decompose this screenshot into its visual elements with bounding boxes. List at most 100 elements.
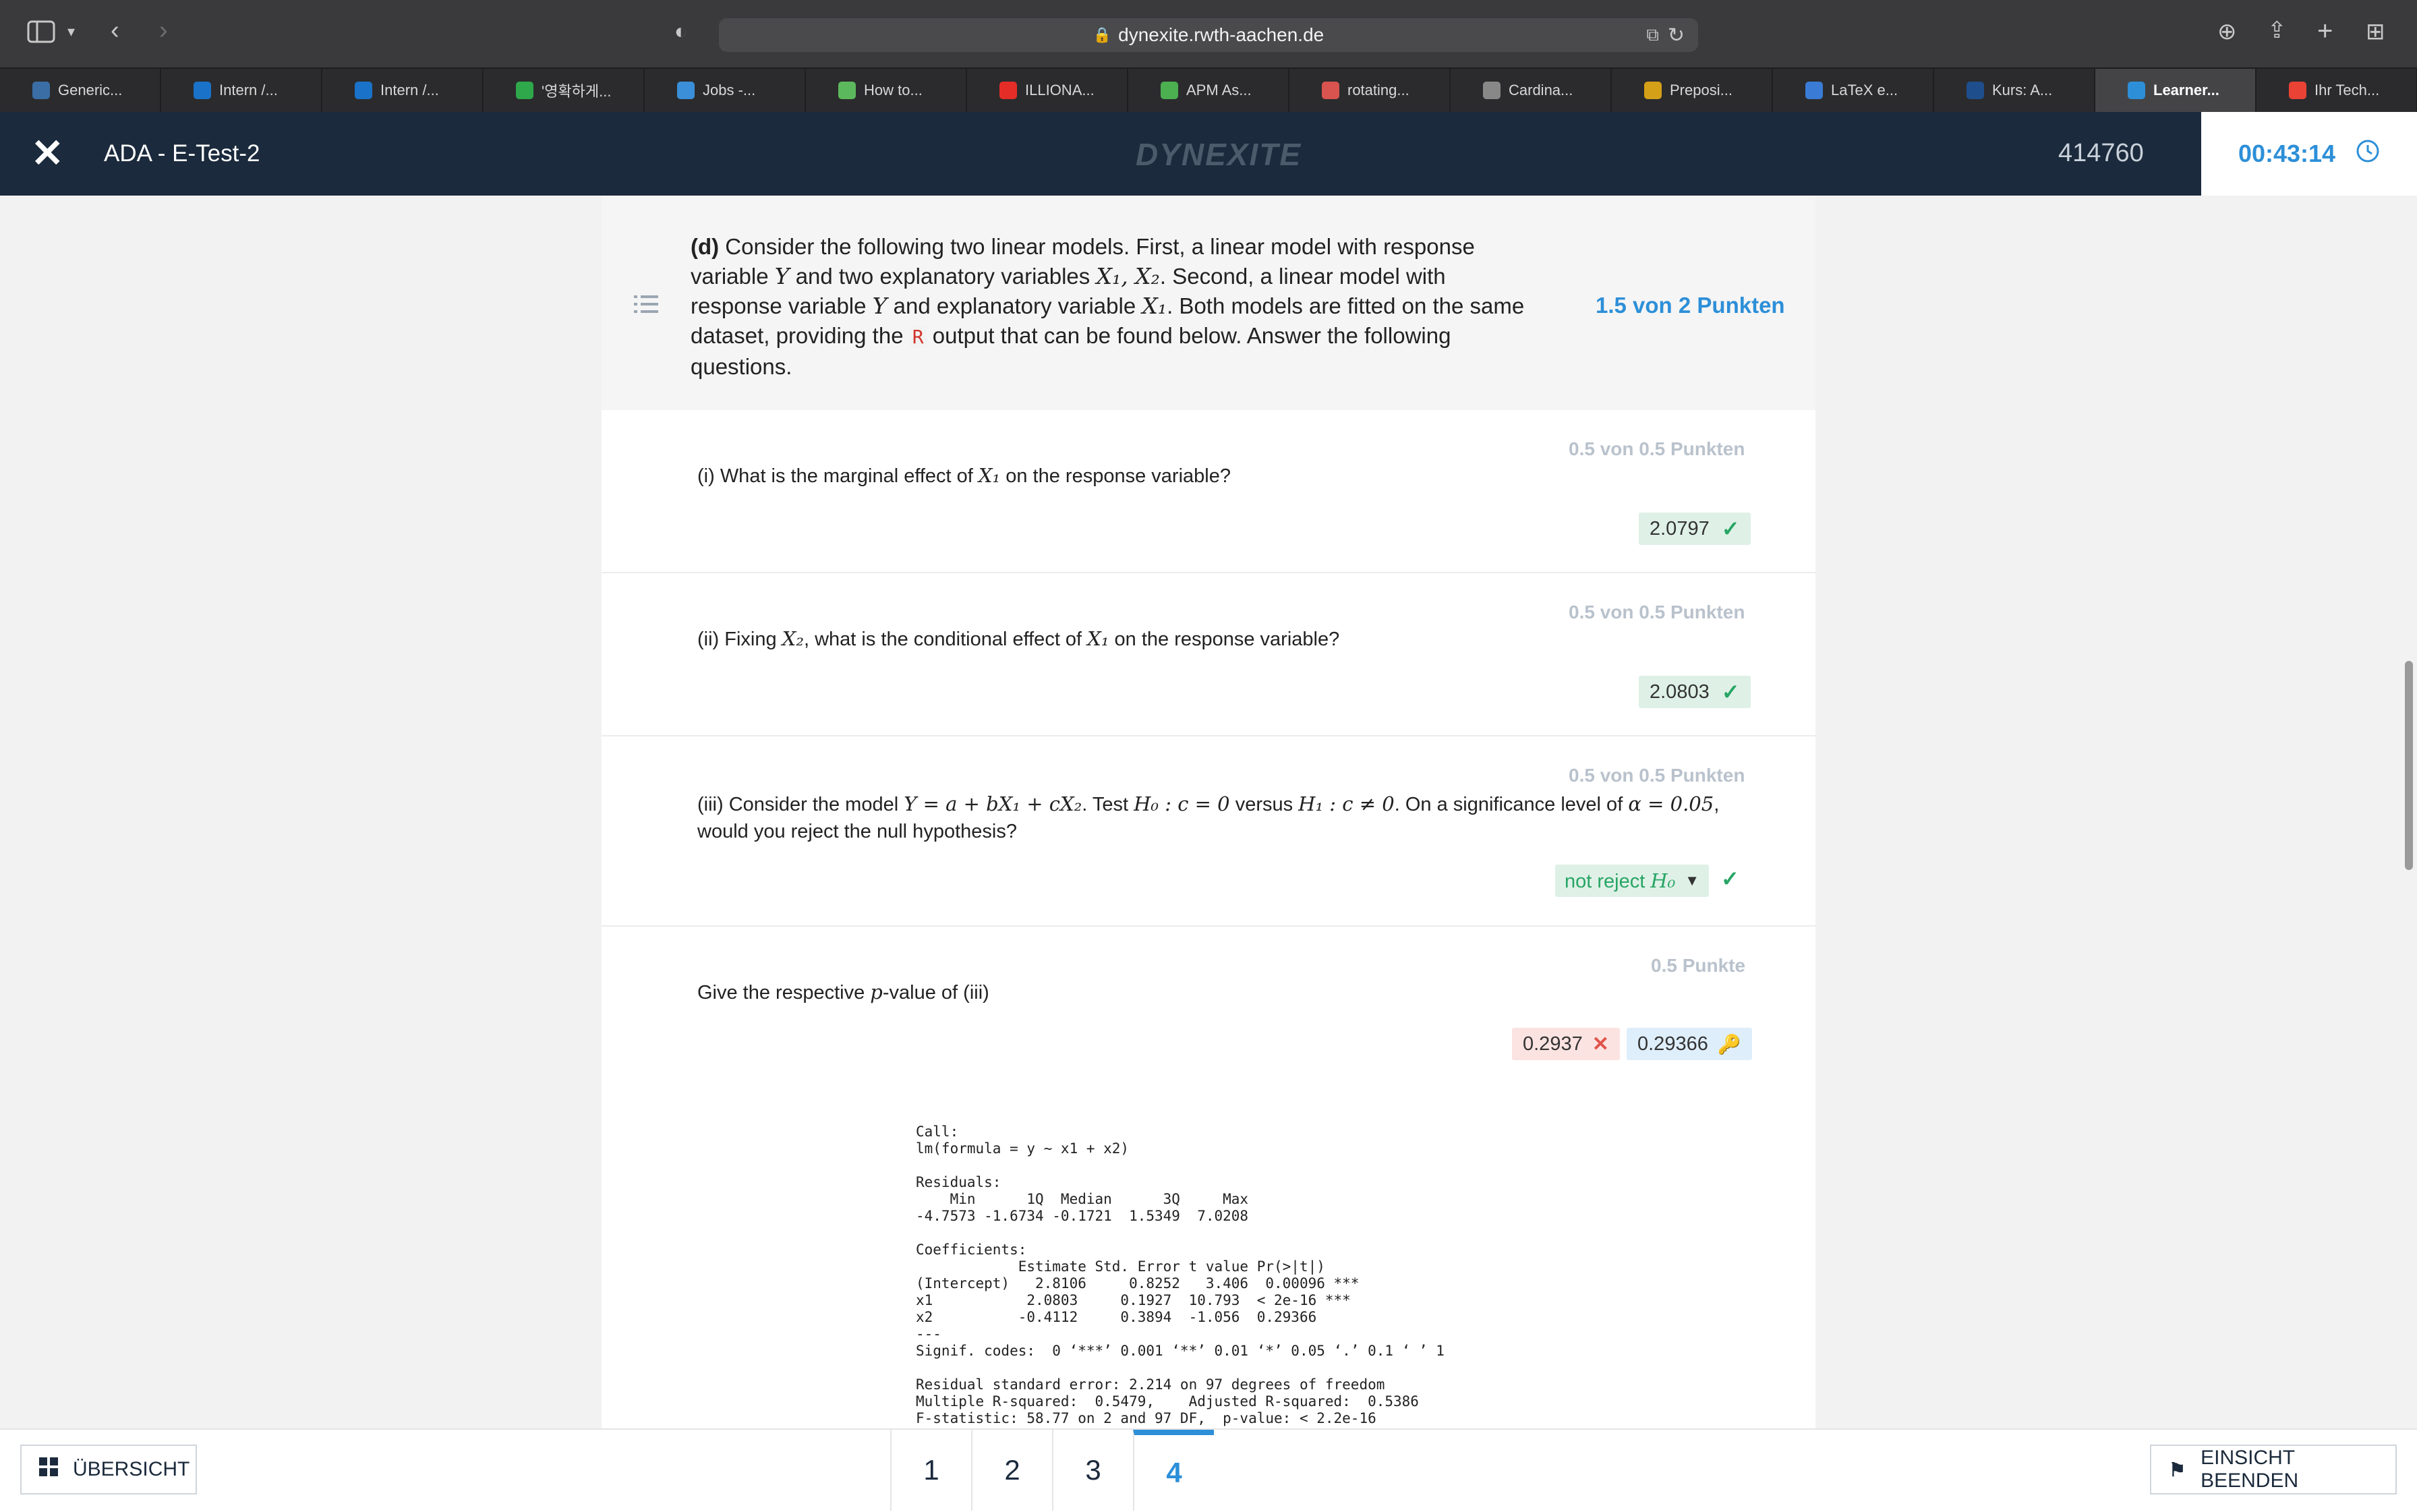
list-icon[interactable] [634,294,658,318]
question-line-a: Consider the following two linear models… [719,234,1475,259]
question-line-c2: and explanatory variable [887,293,1142,318]
caret-down-icon[interactable]: ▼ [1685,872,1699,890]
timer-value: 00:43:14 [2238,140,2336,167]
page-tab[interactable]: 3 [1052,1430,1133,1511]
browser-tab[interactable]: rotating... [1289,69,1451,112]
tab-label: Ihr Tech... [2314,82,2380,98]
page-tab[interactable]: 2 [971,1430,1052,1511]
page-tab[interactable]: 4 [1133,1430,1214,1511]
chevron-down-icon[interactable]: ▾ [67,24,75,39]
download-icon[interactable]: ⊕ [2217,20,2237,43]
browser-tab[interactable]: Intern /... [322,69,484,112]
address-bar[interactable]: 🔒 dynexite.rwth-aachen.de ⧉ ↻ [719,18,1698,52]
r-output-line [916,1157,1445,1174]
sap-icon [194,82,211,99]
overview-label: ÜBERSICHT [73,1458,190,1480]
subq-4-text-b: -value of (iii) [882,982,989,1004]
feather-icon [838,82,856,99]
browser-tab[interactable]: Cardina... [1451,69,1612,112]
key-icon: 🔑 [1717,1033,1741,1055]
browser-tab[interactable]: How to... [806,69,967,112]
tab-label: Learner... [2153,82,2219,98]
brand-logo: DYNEXITE [1136,137,1302,172]
shield-icon[interactable]: ◐ [674,20,687,42]
back-icon[interactable]: ‹ [111,18,119,43]
r-output-line: Min 1Q Median 3Q Max [916,1191,1249,1207]
browser-tab[interactable]: Kurs: A... [1934,69,2095,112]
reload-icon[interactable]: ↻ [1668,24,1685,47]
subq-3-text-c: versus [1229,794,1299,815]
browser-tab[interactable]: LaTeX e... [1773,69,1934,112]
gmail-icon [2289,82,2306,99]
translate-icon[interactable]: ⧉ [1646,24,1659,46]
r-output-line: (Intercept) 2.8106 0.8252 3.406 0.00096 … [916,1275,1360,1291]
scrollbar[interactable] [2405,661,2413,870]
subq-2-text-c: on the response variable? [1109,629,1340,650]
r-output: Call: lm(formula = y ~ x1 + x2) Residuals:… [916,1124,1445,1427]
browser-tab[interactable]: Intern /... [161,69,322,112]
question-line-e: questions. [691,354,792,379]
end-review-button[interactable]: ⚑ EINSICHT BEENDEN [2150,1445,2397,1494]
new-tab-icon[interactable]: + [2317,18,2333,45]
share-icon[interactable]: ⇪ [2267,19,2287,42]
check-icon: ✓ [1721,867,1739,891]
cross-icon: ✕ [1592,1033,1609,1055]
exam-title: ADA - E-Test-2 [104,140,260,167]
subq-3-text-a: (iii) Consider the model [697,794,904,815]
close-icon[interactable]: ✕ [31,134,64,174]
clock-icon [2356,139,2380,169]
question-line-d1: dataset, providing the [691,323,910,348]
subq-2-answer-value: 2.0803 [1650,680,1710,703]
question-card: (d) Consider the following two linear mo… [602,196,1815,1430]
browser-tab[interactable]: '영확하게... [484,69,645,112]
question-line-c3: . Both models are fitted on the same [1167,293,1525,318]
subq-3-answer-select[interactable]: not reject H₀ ▼ [1555,865,1710,897]
tab-label: Intern /... [219,82,278,98]
var-x1x2: X₁, X₂ [1096,263,1160,289]
browser-tab[interactable]: Jobs -... [645,69,806,112]
forward-icon[interactable]: › [159,18,168,43]
browser-tab[interactable]: Generic... [0,69,161,112]
check-icon: ✓ [1721,517,1740,541]
rwth-icon [1967,82,1984,99]
browser-tab[interactable]: Ihr Tech... [2256,69,2417,112]
page-tab[interactable]: 1 [890,1430,971,1511]
browser-tab[interactable]: ILLIONA... [967,69,1128,112]
page-tabs: 1234 [890,1430,1215,1511]
youtube-icon [999,82,1017,99]
correct-answer-value: 0.29366 [1637,1033,1708,1055]
question-line-d2: output that can be found below. Answer t… [926,323,1451,348]
overview-button[interactable]: ÜBERSICHT [20,1445,197,1494]
r-output-line: Coefficients: [916,1242,1027,1258]
browser-tab[interactable]: Learner... [2095,69,2256,112]
alt-hypothesis: H₁ : c ≠ 0 [1298,792,1395,815]
subq-1-text-b: on the response variable? [1000,465,1231,487]
tab-label: Intern /... [380,82,439,98]
divider [602,572,1815,573]
tab-label: Cardina... [1509,82,1573,98]
divider [602,925,1815,927]
r-output-line: Estimate Std. Error t value Pr(>|t|) [916,1258,1325,1275]
var-x1: X₁ [1087,627,1109,650]
grid-icon [39,1457,58,1482]
r-code: R [909,326,927,348]
tab-overview-icon[interactable]: ⊞ [2366,20,2385,43]
wrong-answer-value: 0.2937 [1523,1033,1583,1055]
subq-2-points: 0.5 von 0.5 Punkten [1569,602,1745,622]
subq-1-points: 0.5 von 0.5 Punkten [1569,438,1745,459]
r-output-line [916,1225,1445,1242]
var-p: p [870,981,883,1004]
tab-label: rotating... [1347,82,1409,98]
browser-tab[interactable]: Preposi... [1612,69,1773,112]
subq-3-text-e: , [1714,794,1720,815]
r-output-line: -4.7573 -1.6734 -0.1721 1.5349 7.0208 [916,1208,1249,1224]
r-output-line: --- [916,1326,941,1342]
learner-icon [2128,82,2145,99]
tab-label: ILLIONA... [1025,82,1095,98]
var-y: Y [872,293,887,319]
footer-nav: ÜBERSICHT 1234 ⚑ EINSICHT BEENDEN [0,1428,2417,1512]
doc-icon [1644,82,1662,99]
sidebar-toggle-icon[interactable] [27,20,55,48]
browser-tab[interactable]: APM As... [1128,69,1289,112]
question-line-c1: response variable [691,293,873,318]
